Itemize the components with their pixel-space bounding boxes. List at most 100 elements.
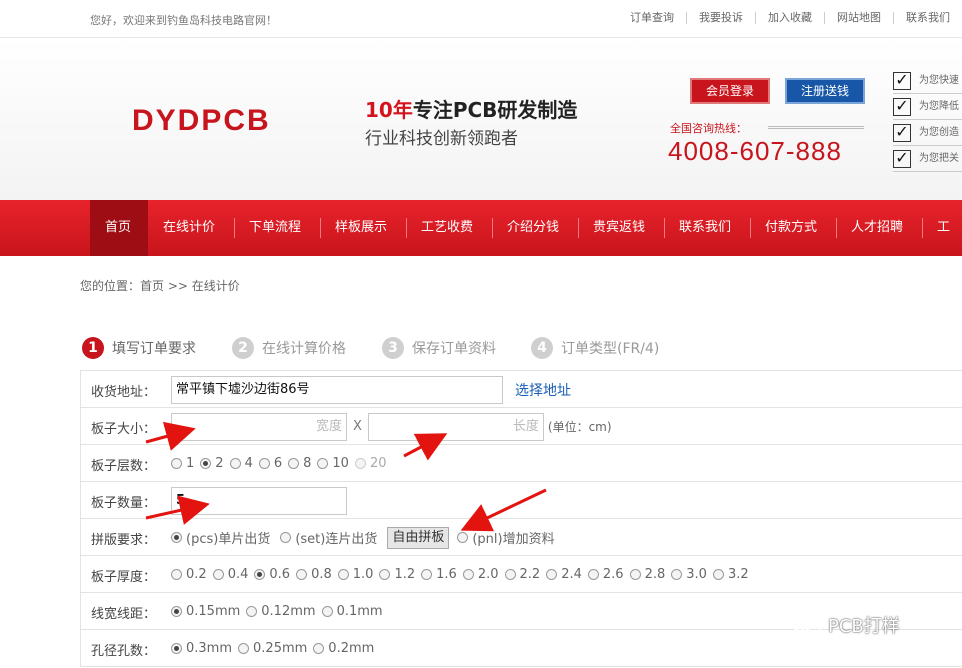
thickness-option[interactable]: 3.0: [671, 567, 707, 582]
thickness-option[interactable]: 0.6: [254, 567, 290, 582]
layer-option[interactable]: 4: [229, 456, 253, 471]
trace-option[interactable]: 0.12mm: [246, 604, 316, 619]
radio-button[interactable]: [280, 532, 292, 543]
thickness-option[interactable]: 1.6: [421, 567, 457, 582]
thickness-option[interactable]: 2.6: [587, 567, 624, 582]
length-input[interactable]: 长度: [367, 412, 544, 441]
hole-option[interactable]: 0.2mm: [313, 641, 374, 656]
panel-option-set[interactable]: (set)连片出货: [280, 528, 377, 547]
radio-button[interactable]: [238, 643, 250, 654]
thickness-option[interactable]: 3.2: [712, 567, 749, 582]
nav-item-payment[interactable]: 付款方式: [765, 200, 817, 256]
panel-option-pcs[interactable]: (pcs)单片出货: [171, 528, 270, 547]
nav-item-process-fees[interactable]: 工艺收费: [421, 200, 473, 256]
nav-item-samples[interactable]: 样板展示: [335, 200, 387, 256]
radio-button[interactable]: [587, 569, 599, 580]
radio-button[interactable]: [212, 569, 224, 580]
top-link-sitemap[interactable]: 网站地图: [824, 12, 893, 24]
member-login-button[interactable]: 会员登录: [690, 78, 770, 104]
radio-button[interactable]: [671, 569, 683, 580]
layer-option[interactable]: 6: [258, 456, 282, 471]
top-link-contact[interactable]: 联系我们: [893, 12, 962, 24]
thickness-option[interactable]: 0.2: [171, 567, 207, 582]
breadcrumb: 您的位置：首页 >> 在线计价: [80, 279, 240, 293]
thickness-option[interactable]: 0.8: [296, 567, 332, 582]
thickness-option[interactable]: 1.0: [337, 567, 373, 582]
layer-option[interactable]: 1: [171, 456, 194, 471]
step-number: 2: [232, 337, 254, 359]
radio-button[interactable]: [171, 532, 182, 543]
radio-button[interactable]: [313, 643, 325, 654]
radio-button[interactable]: [546, 569, 558, 580]
nav-separator: [836, 218, 837, 238]
radio-button[interactable]: [462, 569, 474, 580]
wechat-icon: [791, 614, 821, 636]
nav-separator: [406, 218, 407, 238]
nav-item-home[interactable]: 首页: [90, 200, 148, 256]
radio-button[interactable]: [200, 458, 212, 469]
nav-item-engineering[interactable]: 工程: [937, 200, 962, 291]
top-bar: 您好，欢迎来到钓鱼岛科技电路官网！ 订单查询 我要投诉 加入收藏 网站地图 联系…: [0, 0, 962, 38]
nav-item-order-process[interactable]: 下单流程: [249, 200, 301, 256]
thickness-option[interactable]: 2.0: [462, 567, 499, 582]
panel-option-pnl[interactable]: (pnl)增加资料: [457, 528, 555, 547]
radio-button[interactable]: [229, 458, 241, 469]
layer-option[interactable]: 10: [317, 456, 349, 471]
select-address-link[interactable]: 选择地址: [515, 380, 571, 400]
radio-button[interactable]: [296, 569, 308, 580]
radio-button[interactable]: [254, 569, 266, 580]
thickness-option[interactable]: 0.4: [212, 567, 248, 582]
address-input[interactable]: 常平镇下墟沙边街86号: [171, 375, 503, 404]
nav-separator: [234, 218, 235, 238]
radio-button[interactable]: [504, 569, 516, 580]
radio-button[interactable]: [171, 643, 182, 654]
radio-button[interactable]: [171, 569, 182, 580]
radio-button[interactable]: [337, 569, 349, 580]
hole-option[interactable]: 0.3mm: [171, 641, 232, 656]
thickness-option[interactable]: 2.4: [546, 567, 582, 582]
promise-item: ✓ 为您把关: [893, 146, 962, 172]
step-label: 在线计算价格: [262, 341, 346, 357]
thickness-option[interactable]: 2.8: [629, 567, 665, 582]
radio-button[interactable]: [354, 458, 366, 469]
radio-button[interactable]: [317, 458, 329, 469]
site-logo[interactable]: DYDPCB: [132, 104, 271, 138]
trace-option[interactable]: 0.1mm: [321, 604, 383, 619]
step-fill-requirements: 1 填写订单要求: [82, 337, 196, 359]
top-link-order-query[interactable]: 订单查询: [618, 12, 686, 24]
hole-option[interactable]: 0.25mm: [238, 641, 307, 656]
layer-option[interactable]: 2: [200, 456, 224, 471]
radio-button[interactable]: [321, 606, 333, 617]
nav-item-contact[interactable]: 联系我们: [679, 200, 731, 256]
radio-button[interactable]: [457, 532, 469, 543]
radio-button[interactable]: [288, 458, 300, 469]
radio-button[interactable]: [258, 458, 270, 469]
nav-item-jobs[interactable]: 人才招聘: [851, 200, 903, 256]
register-button[interactable]: 注册送钱: [785, 78, 865, 104]
radio-button[interactable]: [171, 606, 182, 617]
width-input[interactable]: 宽度: [171, 412, 347, 441]
slogan-main-text: 专注PCB研发制造: [412, 98, 578, 122]
address-label: 收货地址：: [91, 385, 157, 400]
radio-button[interactable]: [171, 458, 182, 469]
radio-button[interactable]: [421, 569, 433, 580]
radio-button[interactable]: [712, 569, 724, 580]
quantity-input[interactable]: 5: [171, 486, 347, 515]
nav-item-referral[interactable]: 介绍分钱: [507, 200, 559, 256]
nav-item-online-quote[interactable]: 在线计价: [163, 200, 215, 256]
free-panel-button[interactable]: 自由拼板: [387, 526, 450, 549]
top-link-complaint[interactable]: 我要投诉: [686, 12, 755, 24]
radio-button[interactable]: [246, 606, 258, 617]
thickness-option[interactable]: 2.2: [504, 567, 540, 582]
radio-button[interactable]: [379, 569, 391, 580]
layer-option[interactable]: 20: [354, 456, 387, 471]
thickness-option[interactable]: 1.2: [379, 567, 415, 582]
nav-separator: [320, 218, 321, 238]
top-link-favorite[interactable]: 加入收藏: [755, 12, 824, 24]
trace-option[interactable]: 0.15mm: [171, 604, 240, 619]
radio-button[interactable]: [629, 569, 641, 580]
step-number: 4: [531, 337, 553, 359]
layer-option[interactable]: 8: [288, 456, 311, 471]
hotline-divider: [768, 126, 864, 129]
nav-item-vip-rebate[interactable]: 贵宾返钱: [593, 200, 645, 256]
